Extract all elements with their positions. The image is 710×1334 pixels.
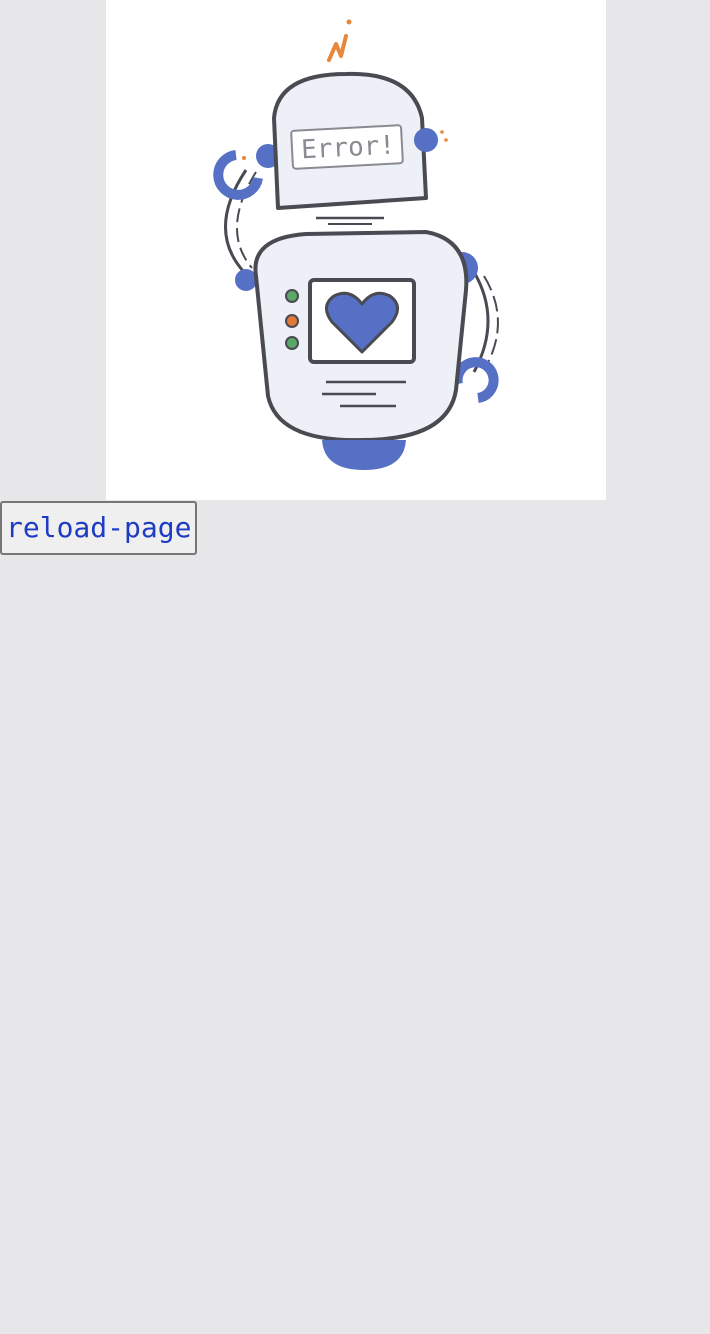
led-green-icon <box>285 336 299 350</box>
robot-image: Error! <box>213 19 499 470</box>
page: Error! reload-page <box>0 0 710 1334</box>
error-robot-illustration: Error! <box>106 0 606 500</box>
led-green-icon <box>285 289 299 303</box>
led-orange-icon <box>285 314 299 328</box>
error-screen-text: Error! <box>300 131 395 166</box>
spark-icon <box>327 34 348 62</box>
reload-page-button[interactable]: reload-page <box>0 501 198 555</box>
